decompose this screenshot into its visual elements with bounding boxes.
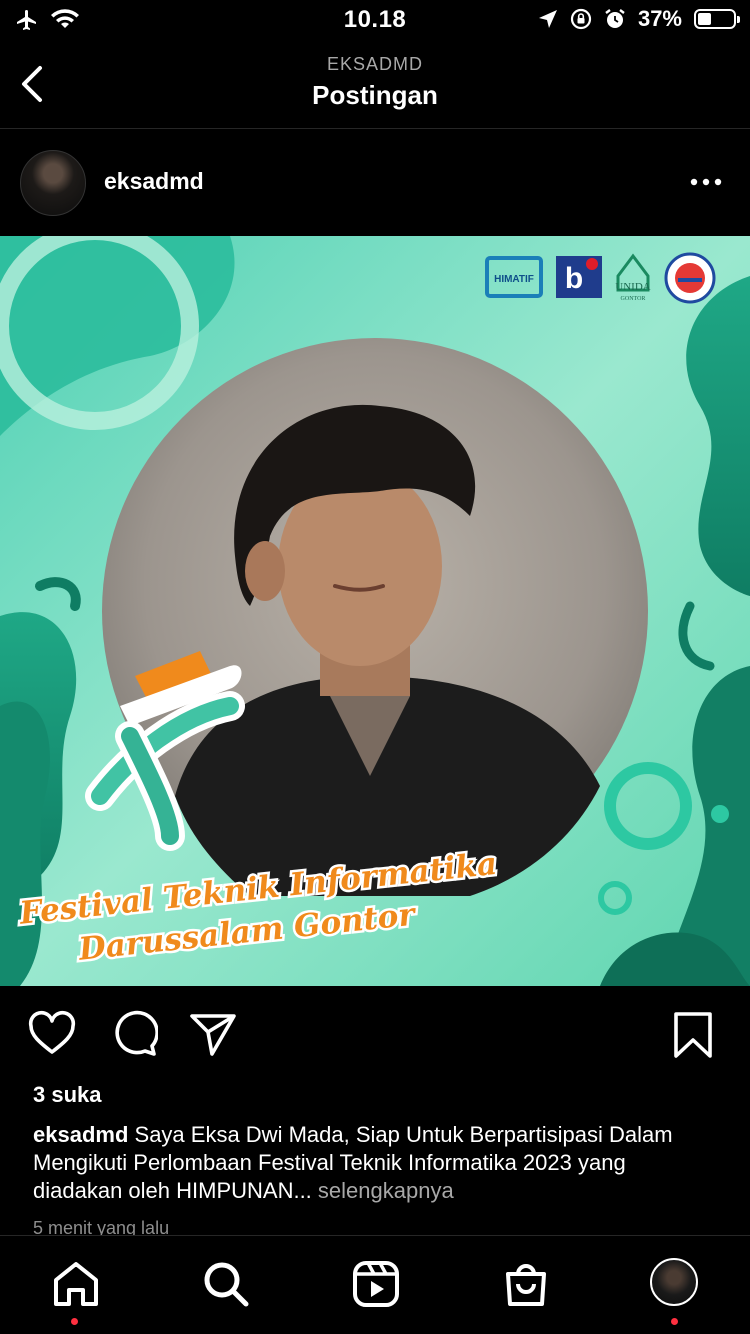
post-actions [0, 1006, 750, 1066]
battery-level [698, 13, 711, 25]
himatif-label: HIMATIF [494, 274, 534, 285]
header-username: EKSADMD [326, 54, 423, 74]
comment-icon[interactable] [108, 1006, 158, 1062]
bookmark-icon[interactable] [668, 1006, 718, 1062]
unida-sub-label: GONTOR [621, 296, 646, 302]
see-more-link[interactable]: selengkapnya [318, 1178, 454, 1203]
ti-logo-letter: b [565, 262, 583, 295]
post-image[interactable]: Festival Teknik Informatika Darussalam G… [0, 236, 750, 986]
location-arrow-icon [538, 10, 557, 28]
profile-avatar[interactable] [650, 1258, 698, 1306]
post-header: eksadmd [0, 130, 750, 234]
bottom-tab-bar [0, 1235, 750, 1334]
search-icon[interactable] [200, 1258, 252, 1310]
profile-notification-dot [671, 1318, 678, 1325]
status-bar: 10.18 37% [0, 0, 750, 44]
post-timestamp: 5 menit yang lalu [33, 1218, 170, 1236]
like-count[interactable]: 3 suka [33, 1082, 102, 1108]
heart-icon[interactable] [27, 1006, 77, 1062]
unida-label: UNIDA [615, 281, 650, 293]
home-notification-dot [71, 1318, 78, 1325]
header: EKSADMD Postingan [0, 44, 750, 129]
post-username[interactable]: eksadmd [104, 168, 204, 195]
reels-icon[interactable] [350, 1258, 402, 1310]
more-options-icon[interactable] [690, 170, 722, 194]
caption-username[interactable]: eksadmd [33, 1122, 128, 1147]
share-icon[interactable] [188, 1006, 238, 1062]
shop-icon[interactable] [500, 1258, 552, 1310]
avatar[interactable] [20, 150, 86, 216]
alarm-icon [605, 9, 625, 28]
university-seal [664, 252, 716, 304]
rotation-lock-icon [570, 8, 592, 30]
ti-logo: b [556, 256, 602, 298]
page-title: Postingan [312, 80, 438, 110]
home-icon[interactable] [50, 1258, 102, 1310]
post-caption: eksadmd Saya Eksa Dwi Mada, Siap Untuk B… [33, 1121, 713, 1205]
battery-icon [694, 9, 740, 29]
battery-percent: 37% [637, 6, 682, 31]
twibbon-artwork: Festival Teknik Informatika Darussalam G… [0, 236, 750, 986]
